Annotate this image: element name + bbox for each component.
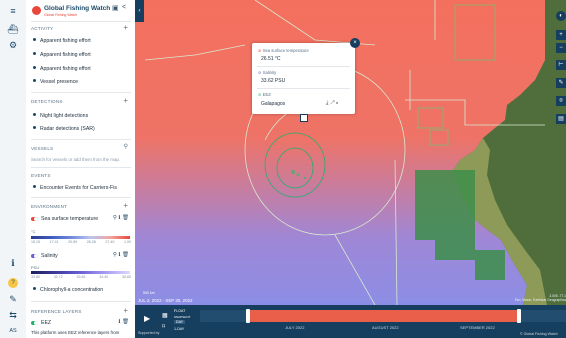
share-icon[interactable]: < xyxy=(122,4,126,11)
eez-layer-actions[interactable]: ℹ 🗑 xyxy=(118,319,129,325)
activity-layer[interactable]: Apparent fishing effort xyxy=(31,35,131,47)
popup-salinity-value: 33.62 PSU xyxy=(261,78,286,84)
salinity-ticks: 33.80 32.72 33.82 34.40 35.60 xyxy=(31,275,131,279)
environment-section-title: ENVIRONMENT xyxy=(31,204,68,209)
ruler-icon[interactable]: ⊢ xyxy=(556,60,566,70)
activity-layer[interactable]: Vessel presence xyxy=(31,76,131,88)
bookmark-range-icon[interactable]: ⌑ xyxy=(162,323,165,330)
map-attribution: 3.005 -77.1 Esri, Maxar, Earthstar Geogra… xyxy=(514,294,566,302)
layer-dot-icon xyxy=(33,79,36,82)
logo-icon xyxy=(32,6,41,15)
map-popup: ⊘ Sea surface temperature 26.51 °C ⊘ Sal… xyxy=(252,43,355,114)
eez-toggle[interactable] xyxy=(31,320,38,325)
popup-salinity-label: ⊘ Salinity xyxy=(258,70,277,75)
left-rail: ≡ ⛴ ⚙ ℹ ? ✎ ⇆ AS xyxy=(0,0,27,338)
bookmark-icon[interactable]: ▣ xyxy=(112,4,119,12)
vessels-icon[interactable]: ⛴ xyxy=(6,23,20,35)
event-layer[interactable]: Encounter Events for Carriers-Fis xyxy=(31,182,131,194)
vessel-search-hint[interactable]: Search for vessels or add them from the … xyxy=(31,157,120,162)
sst-toggle[interactable] xyxy=(31,216,38,221)
play-icon[interactable]: ▶ xyxy=(144,314,150,323)
salinity-layer-actions[interactable]: ⚲ ℹ 🗑 xyxy=(113,252,129,258)
detection-layer[interactable]: Radar detections (SAR) xyxy=(31,123,131,135)
popup-eez-actions[interactable]: ⤓ ↗ ▴ xyxy=(326,100,338,107)
chlorophyll-layer[interactable]: Chlorophyll-a concentration xyxy=(31,284,131,296)
help-icon: ? xyxy=(8,278,18,288)
timebar-selection[interactable] xyxy=(248,310,520,322)
popup-eez-value: Galapagos xyxy=(261,101,286,107)
zoom-in-button[interactable]: + xyxy=(556,30,566,40)
add-detection-button[interactable]: + xyxy=(123,96,128,105)
popup-sst-label: ⊘ Sea surface temperature xyxy=(258,48,309,53)
credit-label: © Global Fishing Watch xyxy=(520,332,558,336)
add-activity-button[interactable]: + xyxy=(123,23,128,32)
menu-icon[interactable]: ≡ xyxy=(6,5,20,17)
salinity-toggle[interactable] xyxy=(31,253,38,258)
info-icon[interactable]: ℹ xyxy=(6,257,20,269)
zoom-out-button[interactable]: − xyxy=(556,43,566,53)
search-vessels-icon[interactable]: ⚲ xyxy=(124,143,128,150)
translate-icon[interactable]: ⇆ xyxy=(6,309,20,321)
layer-dot-icon xyxy=(33,185,36,188)
app-title: Global Fishing Watch xyxy=(44,5,111,12)
sst-layer-actions[interactable]: ⚲ ℹ 🗑 xyxy=(113,215,129,221)
app-subtitle: Global Fishing Watch xyxy=(44,13,78,17)
sst-ticks: 15.15 17.41 20.89 26.28 27.40 1.00 xyxy=(31,240,131,244)
sidebar-panel: Global Fishing Watch Global Fishing Watc… xyxy=(26,0,136,338)
help-button[interactable]: ? xyxy=(6,275,20,288)
sst-color-ramp xyxy=(31,236,130,239)
timebar-range-label: JUL 2, 2022 - SEP 30, 2022 xyxy=(138,298,193,303)
popup-anchor xyxy=(300,114,308,122)
salinity-unit: PSU xyxy=(31,265,40,270)
add-reference-button[interactable]: + xyxy=(123,306,128,315)
timebar-month: JULY 2022 xyxy=(285,325,305,330)
popup-close-icon[interactable]: × xyxy=(350,38,360,48)
layer-dot-icon xyxy=(33,66,36,69)
feedback-icon[interactable]: ✎ xyxy=(6,293,20,305)
layer-dot-icon xyxy=(33,38,36,41)
detection-layer[interactable]: Night light detections xyxy=(31,110,131,122)
draw-icon[interactable]: ✎ xyxy=(556,78,566,88)
settings-icon[interactable]: ⚙ xyxy=(6,39,20,51)
salinity-color-ramp xyxy=(31,271,130,274)
vessels-section-title: VESSELS xyxy=(31,146,54,151)
activity-layer[interactable]: Apparent fishing effort xyxy=(31,63,131,75)
activity-section-title: ACTIVITY xyxy=(31,26,54,31)
add-environment-button[interactable]: + xyxy=(123,201,128,210)
collapse-sidebar-button[interactable]: ‹ xyxy=(135,0,144,22)
timebar-end-handle[interactable] xyxy=(517,309,521,323)
detections-section-title: DETECTIONS xyxy=(31,99,63,104)
activity-layer[interactable]: Apparent fishing effort xyxy=(31,49,131,61)
timebar-month: SEPTEMBER 2022 xyxy=(460,325,495,330)
layer-dot-icon xyxy=(33,126,36,129)
timebar-start-handle[interactable] xyxy=(246,309,250,323)
timebar-month: AUGUST 2022 xyxy=(372,325,399,330)
eez-layer[interactable]: EEZ xyxy=(31,317,131,329)
camera-icon[interactable]: ⌾ xyxy=(556,96,566,106)
layer-dot-icon xyxy=(33,52,36,55)
calendar-icon[interactable]: ▦ xyxy=(162,312,168,319)
supported-by-label: Supported by xyxy=(138,331,160,335)
layer-dot-icon xyxy=(33,287,36,290)
layer-dot-icon xyxy=(33,113,36,116)
language-button[interactable]: AS xyxy=(6,325,20,337)
basemap-icon[interactable]: ▤ xyxy=(556,114,566,124)
popup-sst-value: 26.51 °C xyxy=(261,56,281,62)
map-scale: 500 km xyxy=(143,291,155,295)
popup-eez-label: ⊘ EEZ xyxy=(258,92,271,97)
events-section-title: EVENTS xyxy=(31,173,51,178)
timebar-options[interactable]: ▦ ⌑ FLOAT SNAPSHOT DAY 1-DAY xyxy=(160,308,192,333)
compass-icon[interactable]: ◐ xyxy=(556,11,566,21)
eez-note: This platform uses EEZ reference layers … xyxy=(31,330,120,335)
sst-unit: °C xyxy=(31,229,36,234)
reference-section-title: REFERENCE LAYERS xyxy=(31,309,82,314)
